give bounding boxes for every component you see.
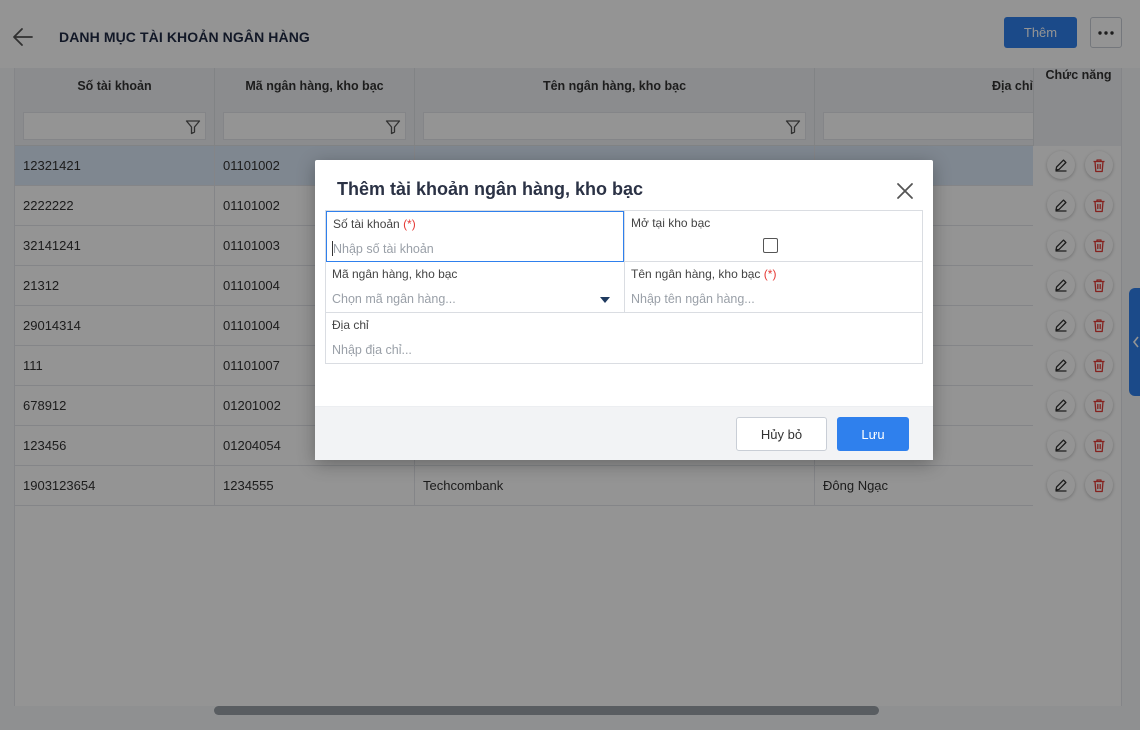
dropdown-arrow-icon[interactable] xyxy=(600,297,610,303)
cancel-button[interactable]: Hủy bỏ xyxy=(736,417,827,451)
address-input[interactable]: Nhập địa chỉ... xyxy=(332,343,412,357)
account-number-input[interactable]: Nhập số tài khoản xyxy=(333,242,434,256)
save-button[interactable]: Lưu xyxy=(837,417,909,451)
bank-name-field[interactable]: Tên ngân hàng, kho bạc (*) Nhập tên ngân… xyxy=(624,262,922,313)
field-label: Mã ngân hàng, kho bạc xyxy=(332,267,458,281)
bank-code-field[interactable]: Mã ngân hàng, kho bạc Chọn mã ngân hàng.… xyxy=(326,262,624,313)
treasury-field: Mở tại kho bạc xyxy=(624,211,922,262)
add-bank-account-dialog: Thêm tài khoản ngân hàng, kho bạc Số tài… xyxy=(315,160,933,460)
field-label: Tên ngân hàng, kho bạc (*) xyxy=(631,267,777,281)
treasury-checkbox[interactable] xyxy=(763,238,778,253)
required-mark: (*) xyxy=(403,217,416,231)
bank-name-input[interactable]: Nhập tên ngân hàng... xyxy=(631,292,755,306)
dialog-footer: Hủy bỏ Lưu xyxy=(315,406,933,460)
field-label: Địa chỉ xyxy=(332,318,369,332)
address-field[interactable]: Địa chỉ Nhập địa chỉ... xyxy=(326,313,922,364)
field-label: Số tài khoản (*) xyxy=(333,217,416,231)
close-icon[interactable] xyxy=(894,180,916,202)
required-mark: (*) xyxy=(763,267,777,281)
account-number-field[interactable]: Số tài khoản (*) Nhập số tài khoản xyxy=(326,211,624,262)
bank-account-form: Số tài khoản (*) Nhập số tài khoản Mở tạ… xyxy=(325,210,923,364)
bank-code-select[interactable]: Chọn mã ngân hàng... xyxy=(332,292,456,306)
dialog-title: Thêm tài khoản ngân hàng, kho bạc xyxy=(337,179,644,199)
field-label: Mở tại kho bạc xyxy=(631,216,711,230)
